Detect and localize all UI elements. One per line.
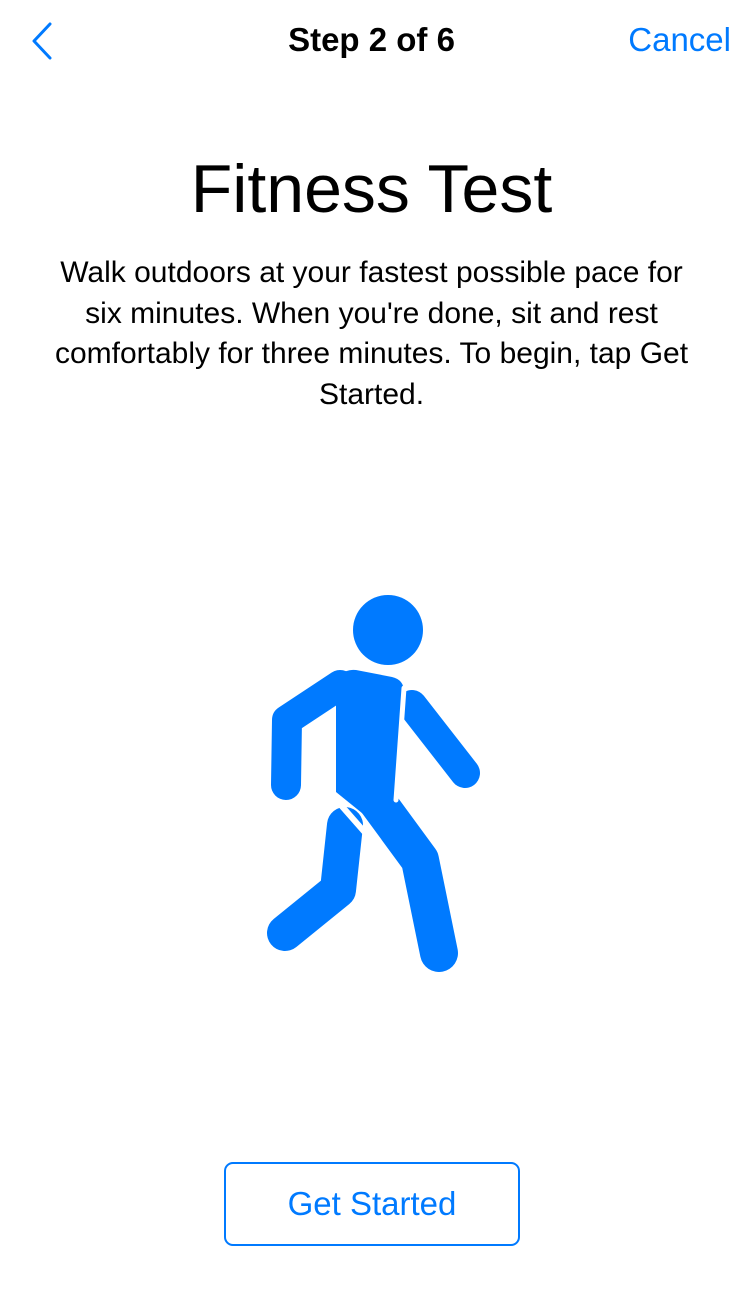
instructions-text: Walk outdoors at your fastest possible p… [54,256,689,411]
get-started-button[interactable]: Get Started [224,1162,520,1246]
walking-person-icon [267,595,480,972]
cancel-button[interactable]: Cancel [628,20,731,60]
page-title: Fitness Test [190,151,553,227]
navigation-bar: Step 2 of 6 Cancel [0,0,743,84]
